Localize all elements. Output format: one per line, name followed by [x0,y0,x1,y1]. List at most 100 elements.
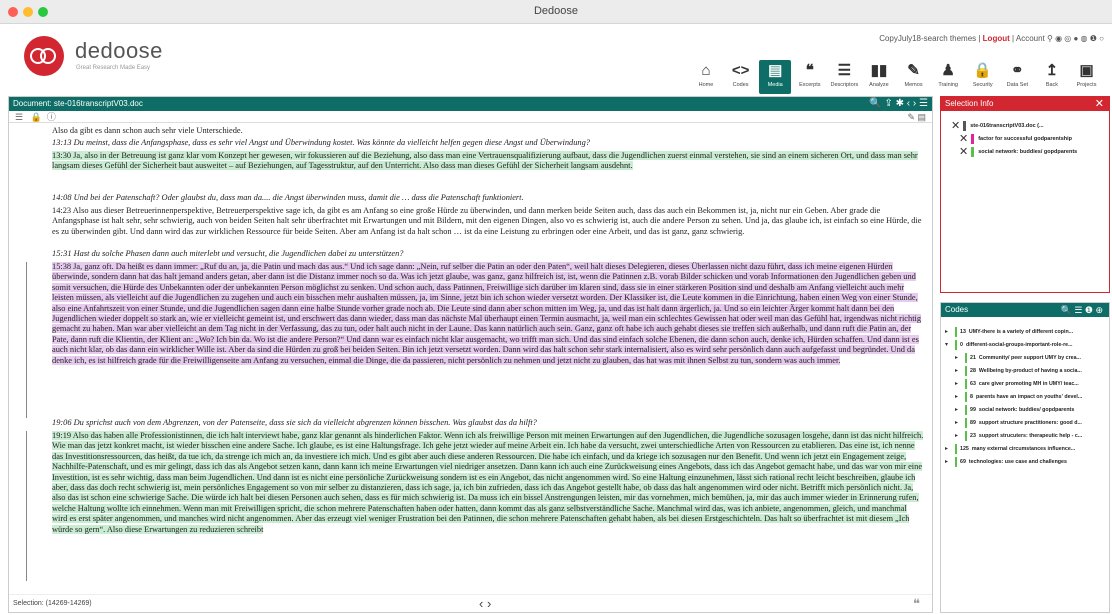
toolbar-label: Back [1045,82,1059,88]
code-color-bar [971,146,975,157]
code-item[interactable]: ▸ 8 parents have an impact on youths' deve… [955,390,1082,403]
toolbar-back[interactable]: ↥ Back [1036,60,1068,94]
interview-question[interactable]: 13:13 Du meinst, dass die Anfangsphase, … [52,138,924,150]
toolbar-training[interactable]: ♟ Training [932,60,964,94]
paragraph-text: 15:31 Hast du solche Phasen dann auch mi… [52,249,404,258]
remove-icon[interactable]: ✕ [959,146,968,158]
info-icon[interactable]: ⓘ [47,112,56,122]
account-bar: CopyJuly18-search themes | Logout | Acco… [879,34,1104,43]
interview-question[interactable]: 19:06 Du sprichst auch von dem Abgrenzen… [52,418,924,430]
interview-question[interactable]: 15:31 Hast du solche Phasen dann auch mi… [52,249,924,261]
toolbar-media[interactable]: ▤ Media [759,60,792,94]
code-count: 23 [970,432,976,439]
toolbar-label: Descriptors [830,82,859,88]
selection-info-item[interactable]: ✕ ste-016transcriptV03.doc (... [951,119,1044,132]
lock-icon: 🔒 [973,62,993,79]
code-item[interactable]: ▸ 125 many external circumstances influenc… [945,442,1075,455]
transcript-paragraph[interactable]: 19:19 Also das haben alle Professionisti… [52,431,924,581]
code-item[interactable]: ▾ 0 different-social-groups-important-role… [945,338,1073,351]
toolbar-label: Memos [904,82,923,88]
expanded-icon[interactable]: ▾ [945,341,955,348]
toolbar-data-set[interactable]: ⚭ Data Set [1001,60,1033,94]
project-name[interactable]: CopyJuly18-search themes [879,34,976,43]
code-color-bar [965,417,967,428]
filter-icon[interactable]: ☰ [15,112,23,122]
code-color-bar [955,443,957,454]
toolbar-projects[interactable]: ▣ Projects [1071,60,1103,94]
toolbar-home[interactable]: ⌂ Home [690,60,722,94]
code-item[interactable]: ▸ 21 Community/ peer support UMY by crea..… [955,351,1081,364]
code-count: 21 [970,354,976,361]
transcript-paragraph[interactable]: 13:30 Ja, also in der Betreuung ist ganz… [52,151,924,193]
page-nav[interactable]: ‹ › [479,595,491,613]
code-item[interactable]: ▸ 63 care giver promoting MH in UMY/ teac.… [955,377,1079,390]
toolbar-codes[interactable]: <> Codes [725,60,757,94]
collapsed-icon[interactable]: ▸ [955,419,965,426]
code-color-bar [963,120,967,131]
toolbar-analyze[interactable]: ▮▮ Analyze [863,60,895,94]
dedoose-logo[interactable] [24,36,64,76]
projects-icon: ▣ [1079,62,1094,79]
collapsed-icon[interactable]: ▸ [955,380,965,387]
collapsed-icon[interactable]: ▸ [955,354,965,361]
transcript-paragraph[interactable]: 14:23 Also aus dieser Betreuerinnenpersp… [52,206,924,248]
transcript-paragraph[interactable]: 15:38 Ja, ganz oft. Da heißt es dann imm… [52,262,924,418]
media-icon: ▤ [768,62,783,79]
code-item[interactable]: ▸ 23 support strucuters: therapeutic help … [955,429,1082,442]
collapsed-icon[interactable]: ▸ [945,458,955,465]
code-item[interactable]: ▸ 69 technologies: use case and challenges [945,455,1067,468]
collapsed-icon[interactable]: ▸ [955,432,965,439]
code-label: support structure practitioners: good d.… [978,419,1082,426]
remove-icon[interactable]: ✕ [951,120,960,132]
training-icon: ♟ [941,62,955,79]
codes-tools[interactable]: 🔍 ☰ ❶ ⊕ [1061,303,1103,317]
document-tools[interactable]: 🔍 ⇪ ✱ ‹ › ☰ [869,97,928,111]
code-item[interactable]: ▸ 13 UMY-there is a variety of different c… [945,325,1073,338]
code-count: 89 [970,419,976,426]
lock-icon[interactable]: 🔒 [31,112,42,122]
transcript-paragraph[interactable]: Also da gibt es dann schon auch sehr vie… [52,126,924,138]
selection-info-item[interactable]: ✕ factor for successful godparentship [959,132,1072,145]
code-count: 125 [960,445,969,452]
document-body[interactable]: Also da gibt es dann schon auch sehr vie… [9,124,932,594]
toolbar-label: Codes [732,82,749,88]
toolbar-security[interactable]: 🔒 Security [967,60,999,94]
toolbar-label: Training [938,82,958,88]
collapsed-icon[interactable]: ▸ [955,367,965,374]
code-color-bar [965,404,967,415]
excerpt-brackets[interactable] [23,124,31,594]
collapsed-icon[interactable]: ▸ [955,393,965,400]
account-link[interactable]: Account [1016,34,1045,43]
quote-icon: ❝ [805,62,814,79]
close-icon[interactable]: ✕ [1095,97,1104,111]
code-item[interactable]: ▸ 28 Wellbeing by-product of having a soci… [955,364,1082,377]
interview-question[interactable]: 14:08 Und bei der Patenschaft? Oder glau… [52,193,924,205]
utility-icons[interactable]: ⚲ ◉ ◎ ● ◍ ❶ ○ [1047,34,1104,43]
document-action-icons[interactable]: ✎ ▤ [907,111,926,123]
code-item[interactable]: ▸ 89 support structure practitioners: good… [955,416,1082,429]
app-header: dedoose Great Research Made Easy CopyJul… [0,24,1112,94]
code-item[interactable]: ▸ 99 social network: buddies/ gopdparents [955,403,1074,416]
selection-info-item[interactable]: ✕ social network: buddies/ gopdparents [959,145,1077,158]
code-color-bar [965,391,967,402]
collapsed-icon[interactable]: ▸ [945,445,955,452]
toolbar-descriptors[interactable]: ☰ Descriptors [828,60,860,94]
logout-link[interactable]: Logout [983,34,1010,43]
document-header: Document: ste-016transcriptV03.doc 🔍 ⇪ ✱… [9,97,932,111]
code-label: care giver promoting MH in UMY/ teac... [978,380,1079,387]
remove-icon[interactable]: ✕ [959,133,968,145]
quote-icon[interactable]: ❝ [913,595,920,613]
codes-icon: <> [731,62,750,79]
code-count: 0 [960,341,963,348]
toolbar-excerpts[interactable]: ❝ Excerpts [794,60,826,94]
dataset-icon: ⚭ [1011,62,1024,79]
chart-icon: ▮▮ [870,62,888,79]
toolbar-memos[interactable]: ✎ Memos [898,60,930,94]
window-titlebar: Dedoose [0,0,1112,24]
brand-name: dedoose [75,38,163,63]
selection-info-label: social network: buddies/ gopdparents [978,148,1078,155]
code-color-bar [955,339,957,350]
collapsed-icon[interactable]: ▸ [955,406,965,413]
document-title: Document: ste-016transcriptV03.doc [13,99,143,108]
collapsed-icon[interactable]: ▸ [945,328,955,335]
